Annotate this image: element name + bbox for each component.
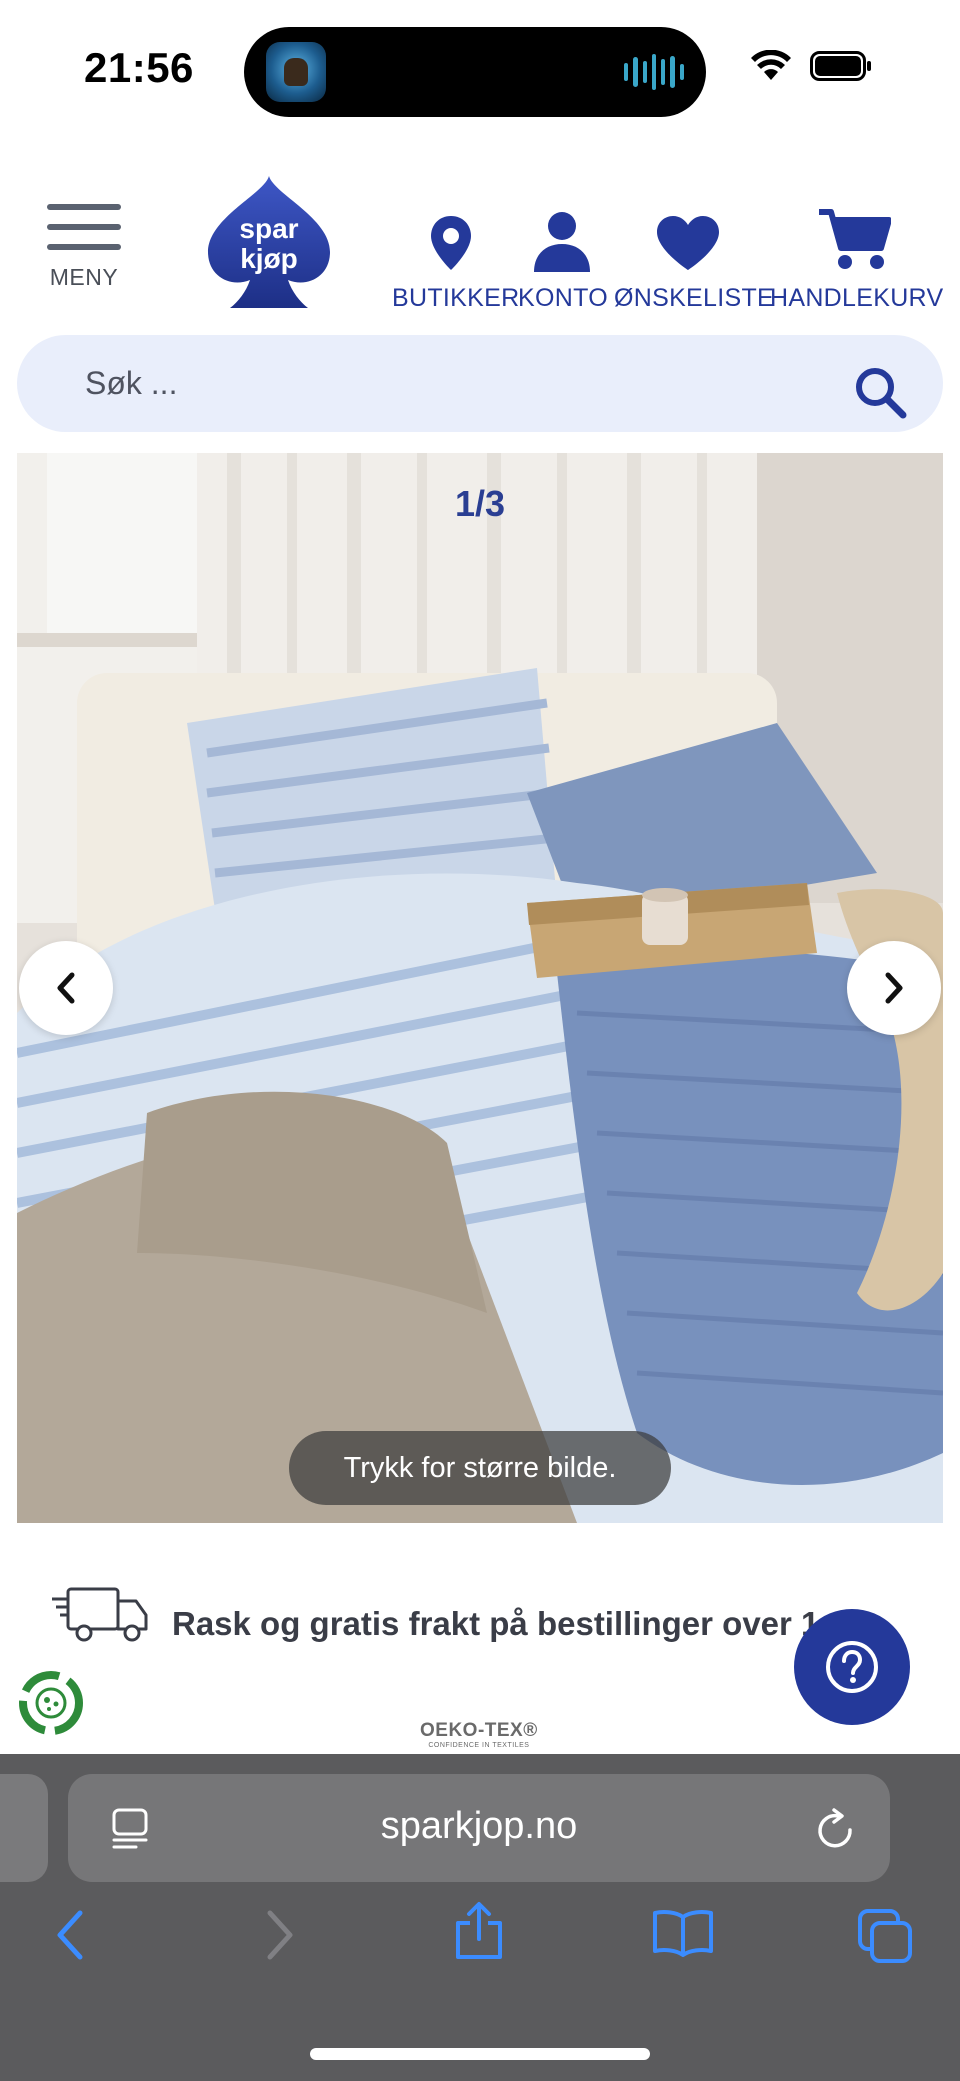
location-pin-icon xyxy=(392,204,510,272)
person-icon xyxy=(518,204,606,272)
status-time: 21:56 xyxy=(84,44,194,91)
dynamic-island[interactable] xyxy=(244,27,706,117)
browser-toolbar xyxy=(0,1902,960,1989)
nav-wishlist-label: ØNSKELISTE xyxy=(614,284,774,312)
sparkjop-logo[interactable]: spar kjøp xyxy=(204,172,334,312)
truck-icon xyxy=(50,1585,150,1650)
live-activity-app-icon xyxy=(266,42,326,102)
status-bar: 21:56 xyxy=(0,0,960,140)
help-button[interactable] xyxy=(794,1609,910,1725)
forward-icon[interactable] xyxy=(262,1909,296,1966)
product-gallery[interactable]: 1/3 Trykk for større bilde. xyxy=(17,453,943,1523)
nav-cart[interactable]: HANDLEKURV xyxy=(770,204,944,313)
wifi-icon xyxy=(750,50,792,82)
oekotex-badge: OEKO-TEX® CONFIDENCE IN TEXTILES xyxy=(420,1720,538,1749)
nav-stores[interactable]: BUTIKKER xyxy=(392,204,520,313)
nav-cart-label: HANDLEKURV xyxy=(770,284,944,312)
chevron-right-icon xyxy=(885,972,903,1004)
logo-text-bottom: kjøp xyxy=(240,243,298,274)
share-icon[interactable] xyxy=(454,1901,504,1966)
nav-account[interactable]: KONTO xyxy=(518,204,608,313)
help-icon xyxy=(826,1641,878,1693)
menu-label: MENY xyxy=(49,264,119,290)
hamburger-icon xyxy=(44,204,124,250)
search-icon[interactable] xyxy=(853,365,907,424)
cart-icon xyxy=(770,204,938,272)
heart-icon xyxy=(614,204,762,272)
browser-chrome: sparkjop.no xyxy=(0,1754,960,2081)
nav-stores-label: BUTIKKER xyxy=(392,284,520,312)
search-input[interactable] xyxy=(85,335,845,432)
logo-text-top: spar xyxy=(239,213,298,244)
home-indicator[interactable] xyxy=(310,2048,650,2060)
back-icon[interactable] xyxy=(54,1909,88,1966)
next-image-button[interactable] xyxy=(847,941,941,1035)
previous-image-button[interactable] xyxy=(19,941,113,1035)
battery-icon xyxy=(810,51,872,81)
shipping-text: Rask og gratis frakt på bestillinger ove… xyxy=(172,1605,847,1642)
oekotex-subtitle: CONFIDENCE IN TEXTILES xyxy=(428,1742,530,1749)
address-bar[interactable]: sparkjop.no xyxy=(68,1774,890,1882)
nav-wishlist[interactable]: ØNSKELISTE xyxy=(614,204,774,313)
search-bar xyxy=(17,335,943,432)
previous-tab-preview[interactable] xyxy=(0,1774,48,1882)
zoom-hint: Trykk for større bilde. xyxy=(289,1431,671,1505)
nav-account-label: KONTO xyxy=(518,284,608,312)
image-counter: 1/3 xyxy=(454,483,506,524)
chevron-left-icon xyxy=(57,972,75,1004)
product-image[interactable] xyxy=(17,453,943,1523)
menu-button[interactable]: MENY xyxy=(44,204,124,291)
recycle-icon[interactable] xyxy=(16,1668,86,1743)
reload-icon[interactable] xyxy=(816,1808,856,1855)
oekotex-title: OEKO-TEX® xyxy=(420,1720,538,1741)
bookmarks-icon[interactable] xyxy=(652,1909,714,1962)
url-text: sparkjop.no xyxy=(380,1805,578,1847)
status-icons xyxy=(750,50,872,82)
tabs-icon[interactable] xyxy=(858,1909,914,1968)
audio-wave-icon xyxy=(624,53,684,91)
site-header: MENY spar kjøp BUTIKKER KONTO ØNSKELISTE… xyxy=(0,160,960,320)
